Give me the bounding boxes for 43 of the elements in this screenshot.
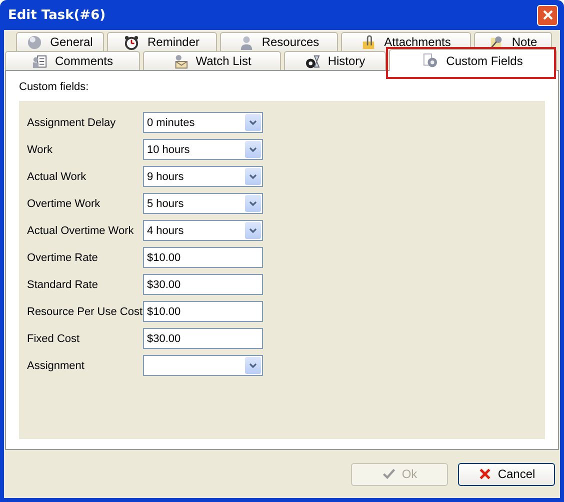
- cross-icon: [478, 467, 492, 481]
- dropdown[interactable]: 0 minutes: [143, 112, 263, 133]
- tab[interactable]: Reminder: [107, 32, 217, 51]
- field-label: Fixed Cost: [27, 332, 81, 344]
- tab[interactable]: History: [284, 51, 386, 70]
- field-label: Actual Work: [27, 170, 88, 182]
- field-label: Assignment: [27, 360, 86, 372]
- field-label: Standard Rate: [27, 278, 99, 290]
- sphere-icon: [27, 34, 42, 50]
- person-icon: [238, 34, 254, 50]
- field-label: Actual Overtime Work: [27, 224, 135, 236]
- input-field[interactable]: $30.00: [143, 274, 263, 295]
- gear-icon: [423, 53, 438, 68]
- dropdown[interactable]: 5 hours: [143, 193, 263, 214]
- tab[interactable]: Custom Fields: [389, 49, 557, 71]
- paperclip-icon: [361, 34, 376, 50]
- field-label: Work: [27, 144, 54, 156]
- dropdown[interactable]: 10 hours: [143, 139, 263, 160]
- input-field[interactable]: $10.00: [143, 247, 263, 268]
- hourglass-icon: [304, 54, 320, 68]
- dialog-button[interactable]: Cancel: [458, 462, 555, 486]
- alarm-clock-icon: [124, 34, 140, 50]
- dropdown[interactable]: 4 hours: [143, 220, 263, 241]
- checkmark-icon: [382, 467, 396, 481]
- envelope-icon: [172, 54, 188, 68]
- tab[interactable]: Resources: [220, 32, 338, 51]
- close-icon: [542, 9, 554, 21]
- tab[interactable]: Watch List: [143, 51, 281, 70]
- tab[interactable]: Comments: [5, 51, 140, 70]
- field-label: Overtime Work: [27, 198, 102, 210]
- tab[interactable]: General: [16, 32, 104, 51]
- field-label: Assignment Delay: [27, 116, 117, 128]
- input-field[interactable]: $30.00: [143, 328, 263, 349]
- field-label: Resource Per Use Cost: [27, 306, 143, 318]
- window-title: Edit Task(#6): [8, 8, 106, 22]
- input-field[interactable]: $10.00: [143, 301, 263, 322]
- section-label: Custom fields:: [19, 81, 90, 93]
- notes-icon: [32, 54, 47, 68]
- field-label: Overtime Rate: [27, 252, 99, 264]
- close-button[interactable]: [537, 4, 558, 26]
- dropdown[interactable]: 9 hours: [143, 166, 263, 187]
- dropdown[interactable]: [143, 355, 263, 376]
- pushpin-icon: [488, 34, 504, 50]
